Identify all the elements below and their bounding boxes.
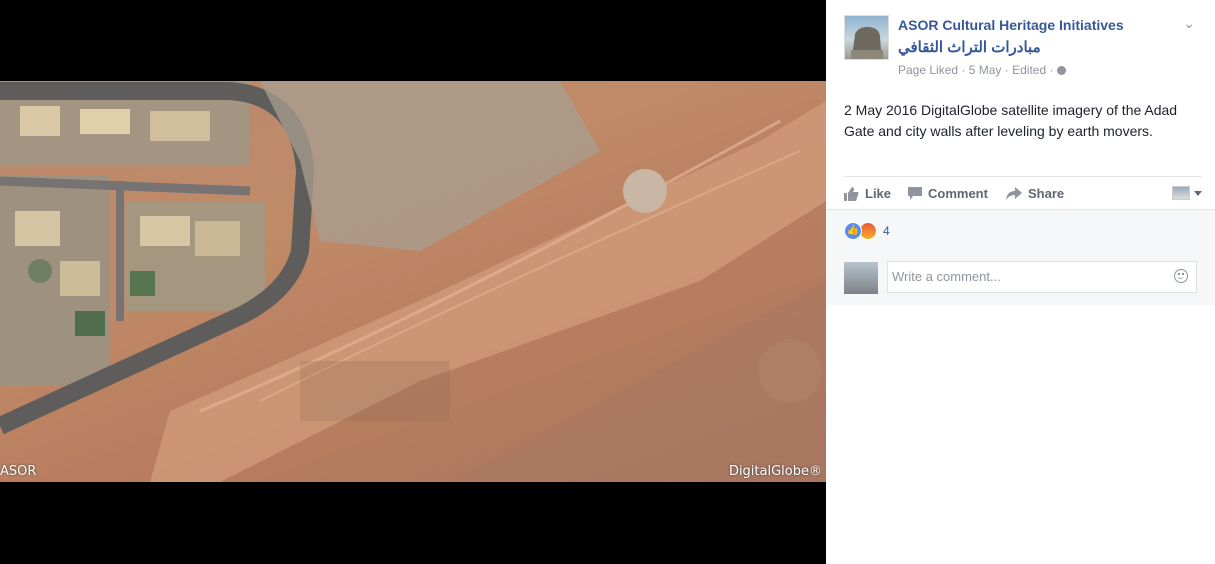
comment-input[interactable] (892, 269, 1162, 284)
share-icon (1006, 187, 1022, 200)
action-bar: Like Comment Share (844, 176, 1202, 210)
page-liked-label: Page Liked (898, 63, 959, 77)
audience-selector[interactable] (1172, 186, 1202, 200)
like-reaction-icon: 👍 (844, 222, 862, 240)
share-label: Share (1028, 186, 1065, 201)
comment-button[interactable]: Comment (908, 186, 988, 201)
building (20, 106, 60, 136)
like-label: Like (865, 186, 892, 201)
digitalglobe-watermark: DigitalGlobe® (728, 464, 822, 479)
asor-watermark: ASOR (0, 464, 37, 479)
reaction-count[interactable]: 4 (883, 224, 890, 238)
like-button[interactable]: Like (844, 186, 891, 201)
building (140, 216, 190, 246)
feedback-section: 👍 4 (826, 209, 1215, 305)
satellite-scene (0, 81, 826, 482)
post-meta: Page Liked · 5 May · Edited · (898, 63, 1066, 77)
building (60, 261, 100, 296)
shadow (300, 361, 450, 421)
share-button[interactable]: Share (1006, 186, 1064, 201)
page-avatar[interactable] (844, 15, 889, 60)
building (150, 111, 210, 141)
garden (28, 259, 52, 283)
satellite-photo[interactable]: ASOR DigitalGlobe® (0, 81, 826, 482)
edited-link[interactable]: Edited (1012, 63, 1046, 77)
building (15, 211, 60, 246)
mound (623, 169, 667, 213)
page-name-arabic[interactable]: مبادرات التراث الثقافي (898, 38, 1041, 56)
meta-separator: · (1004, 63, 1009, 77)
profile-thumbnail (1172, 186, 1190, 200)
rubble-area (260, 81, 600, 251)
post-panel: ASOR Cultural Heritage Initiatives مبادر… (826, 0, 1215, 564)
comment-box[interactable] (887, 261, 1197, 293)
garden (130, 271, 155, 296)
smile-icon[interactable] (1174, 269, 1188, 283)
building (80, 109, 130, 134)
post-date-link[interactable]: 5 May (969, 63, 1002, 77)
caret-icon (1194, 190, 1202, 196)
meta-separator: · (961, 63, 966, 77)
statue-icon (851, 26, 883, 59)
garden (75, 311, 105, 336)
comment-label: Comment (928, 186, 988, 201)
meta-separator: · (1049, 63, 1054, 77)
commenter-avatar[interactable] (844, 262, 878, 294)
chevron-down-icon[interactable]: ⌄ (1183, 15, 1195, 32)
reaction-summary[interactable]: 👍 4 (844, 222, 890, 240)
globe-icon[interactable] (1056, 66, 1066, 75)
like-icon (844, 186, 859, 201)
building (195, 221, 240, 256)
post-text: 2 May 2016 DigitalGlobe satellite imager… (844, 102, 1178, 139)
comment-icon (908, 187, 922, 200)
page-name-link[interactable]: ASOR Cultural Heritage Initiatives (898, 17, 1124, 33)
photo-viewer: ASOR DigitalGlobe® (0, 0, 826, 564)
